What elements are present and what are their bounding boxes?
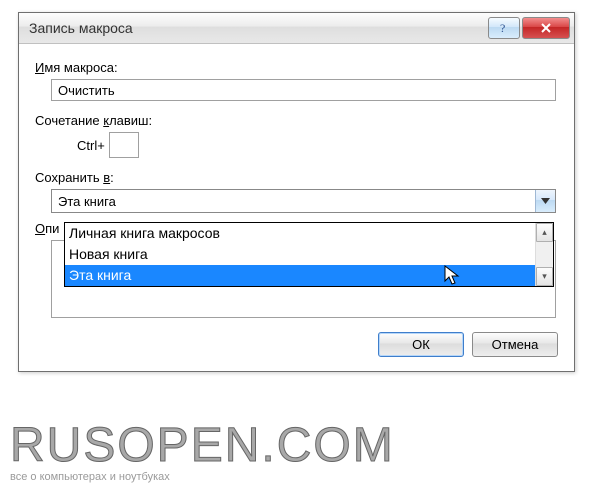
scroll-track[interactable]	[536, 242, 553, 267]
macro-name-input[interactable]	[51, 79, 556, 101]
macro-name-label: Имя макроса:	[35, 60, 558, 75]
dropdown-item[interactable]: Личная книга макросов	[65, 223, 535, 244]
watermark-main: RUSOPEN.COM	[10, 422, 395, 470]
scroll-up-icon[interactable]: ▴	[536, 223, 553, 242]
dropdown-item-selected[interactable]: Эта книга	[65, 265, 535, 286]
shortcut-key-input[interactable]	[109, 132, 139, 158]
scrollbar[interactable]: ▴ ▾	[535, 223, 553, 286]
svg-text:?: ?	[500, 22, 505, 34]
save-in-selected: Эта книга	[52, 194, 535, 209]
record-macro-dialog: Запись макроса ? Имя макроса: Сочетание …	[18, 12, 575, 372]
scroll-down-icon[interactable]: ▾	[536, 267, 553, 286]
ok-button[interactable]: ОК	[378, 332, 464, 357]
ctrl-label: Ctrl+	[77, 138, 105, 153]
save-in-dropdown-list[interactable]: Личная книга макросов Новая книга Эта кн…	[64, 222, 554, 287]
help-button[interactable]: ?	[488, 17, 520, 39]
watermark: RUSOPEN.COM все о компьютерах и ноутбука…	[10, 422, 395, 483]
watermark-sub: все о компьютерах и ноутбуках	[10, 472, 395, 483]
dropdown-item[interactable]: Новая книга	[65, 244, 535, 265]
chevron-down-icon[interactable]	[535, 190, 555, 212]
shortcut-label: Сочетание клавиш:	[35, 113, 558, 128]
save-in-combobox[interactable]: Эта книга	[51, 189, 556, 213]
close-button[interactable]	[522, 17, 570, 39]
save-in-label: Сохранить в:	[35, 170, 558, 185]
cancel-button[interactable]: Отмена	[472, 332, 558, 357]
titlebar[interactable]: Запись макроса ?	[19, 13, 574, 44]
dialog-title: Запись макроса	[29, 20, 486, 36]
